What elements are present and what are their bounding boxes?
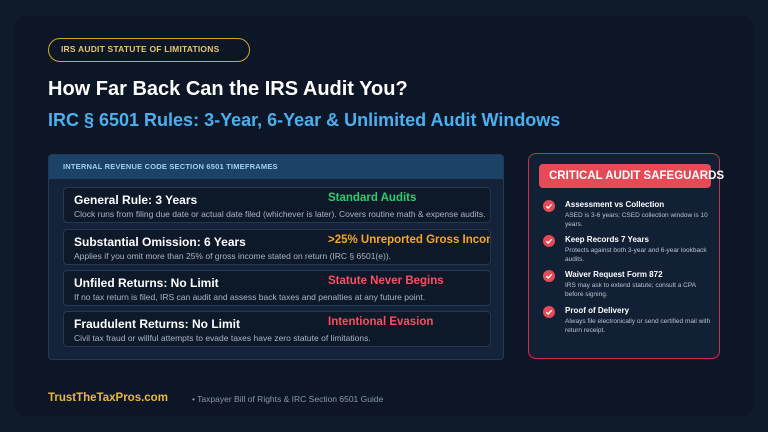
topic-badge: IRS AUDIT STATUTE OF LIMITATIONS	[48, 38, 250, 62]
safeguard-title: Keep Records 7 Years	[565, 235, 649, 244]
timeframe-row-unfiled: Unfiled Returns: No Limit Statute Never …	[63, 270, 491, 306]
timeframe-tag: Intentional Evasion	[328, 316, 434, 328]
timeframe-row-fraudulent: Fraudulent Returns: No Limit Intentional…	[63, 311, 491, 347]
timeframe-tag: Standard Audits	[328, 192, 417, 204]
safeguards-panel: CRITICAL AUDIT SAFEGUARDS Assessment vs …	[528, 153, 724, 359]
timeframe-description: Civil tax fraud or willful attempts to e…	[74, 333, 371, 343]
page-title: How Far Back Can the IRS Audit You?	[48, 78, 408, 100]
timeframe-row-substantial-omission: Substantial Omission: 6 Years >25% Unrep…	[63, 229, 491, 265]
safeguard-description: IRS may ask to extend statute; consult a…	[565, 282, 696, 298]
timeframes-panel-header: INTERNAL REVENUE CODE SECTION 6501 TIMEF…	[49, 155, 503, 179]
timeframe-tag: >25% Unreported Gross Income	[328, 234, 491, 246]
safeguards-header: CRITICAL AUDIT SAFEGUARDS	[539, 164, 724, 188]
timeframe-title: General Rule: 3 Years	[74, 193, 198, 207]
check-circle-icon	[543, 270, 555, 282]
timeframe-description: If no tax return is filed, IRS can audit…	[74, 292, 426, 302]
timeframes-panel: INTERNAL REVENUE CODE SECTION 6501 TIMEF…	[48, 154, 504, 360]
timeframe-title: Fraudulent Returns: No Limit	[74, 317, 240, 331]
safeguard-description: Always file electronically or send certi…	[565, 318, 711, 334]
safeguard-title: Waiver Request Form 872	[565, 270, 663, 279]
timeframe-title: Substantial Omission: 6 Years	[74, 235, 246, 249]
page-subtitle: IRC § 6501 Rules: 3-Year, 6-Year & Unlim…	[48, 110, 561, 130]
timeframe-tag: Statute Never Begins	[328, 275, 444, 287]
timeframe-description: Clock runs from filing due date or actua…	[74, 209, 486, 219]
footer-brand: TrustTheTaxPros.com	[48, 392, 168, 404]
safeguard-title: Proof of Delivery	[565, 306, 630, 315]
safeguard-description: ASED is 3-6 years; CSED collection windo…	[565, 212, 708, 228]
check-circle-icon	[543, 235, 555, 247]
timeframe-description: Applies if you omit more than 25% of gro…	[74, 251, 392, 261]
timeframe-row-general: General Rule: 3 Years Standard Audits Cl…	[63, 187, 491, 223]
safeguard-title: Assessment vs Collection	[565, 200, 665, 209]
timeframe-title: Unfiled Returns: No Limit	[74, 276, 219, 290]
footer-note: • Taxpayer Bill of Rights & IRC Section …	[192, 394, 384, 404]
safeguard-description: Protects against both 3-year and 6-year …	[565, 247, 707, 263]
check-circle-icon	[543, 200, 555, 212]
check-circle-icon	[543, 306, 555, 318]
